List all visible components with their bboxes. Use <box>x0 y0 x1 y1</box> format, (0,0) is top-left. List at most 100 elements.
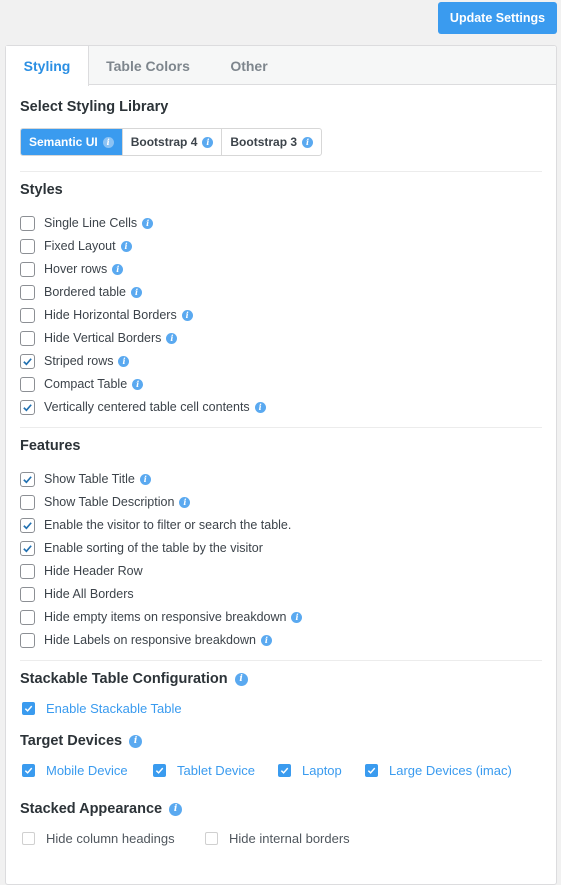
stackable-heading-text: Stackable Table Configuration <box>20 671 228 687</box>
checkmark-icon <box>24 767 33 774</box>
info-icon[interactable]: i <box>118 355 130 367</box>
library-option-label: Bootstrap 4 <box>130 135 198 149</box>
info-icon[interactable]: i <box>139 473 151 485</box>
checkbox[interactable] <box>20 261 35 277</box>
checkbox[interactable] <box>20 632 35 648</box>
checkmark-icon <box>367 767 376 774</box>
checkbox[interactable] <box>20 399 35 415</box>
info-icon[interactable]: i <box>131 286 143 298</box>
checkbox-box <box>278 763 291 777</box>
styles-heading: Styles <box>20 182 63 198</box>
stacked-appearance-heading-text: Stacked Appearance <box>20 801 163 817</box>
update-settings-button[interactable]: Update Settings <box>438 2 557 34</box>
appearance-checkbox-hide-column-headings[interactable]: Hide column headings <box>22 828 175 848</box>
features-option-show-table-title[interactable]: Show Table Title i <box>20 469 151 489</box>
features-option-hide-labels-on-responsive-breakdown[interactable]: Hide Labels on responsive breakdown i <box>20 630 272 650</box>
device-checkbox-large[interactable]: Large Devices (imac) <box>365 760 512 780</box>
enable-stackable-checkbox[interactable]: Enable Stackable Table <box>22 698 182 718</box>
info-icon[interactable]: i <box>260 634 272 646</box>
appearance-checkbox-hide-internal-borders[interactable]: Hide internal borders <box>205 828 350 848</box>
appearance-label: Hide column headings <box>46 830 175 846</box>
checkbox-label: Show Table Title <box>44 472 135 486</box>
device-label: Laptop <box>302 762 342 778</box>
info-icon[interactable]: i <box>112 263 124 275</box>
styles-option-compact-table[interactable]: Compact Table i <box>20 374 144 394</box>
checkbox-label: Bordered table <box>44 285 127 299</box>
divider <box>20 660 542 661</box>
checkbox-label: Enable the visitor to filter or search t… <box>44 518 292 532</box>
info-icon[interactable]: i <box>291 611 303 623</box>
checkbox[interactable] <box>20 284 35 300</box>
checkbox-label: Hide Header Row <box>44 564 143 578</box>
info-icon[interactable]: i <box>202 136 214 148</box>
info-icon[interactable]: i <box>142 217 154 229</box>
checkbox-label: Fixed Layout <box>44 239 116 253</box>
checkbox[interactable] <box>20 471 35 487</box>
styles-option-bordered-table[interactable]: Bordered table i <box>20 282 143 302</box>
features-option-hide-header-row[interactable]: Hide Header Row <box>20 561 143 581</box>
info-icon[interactable]: i <box>179 496 191 508</box>
checkbox[interactable] <box>20 238 35 254</box>
checkbox-box <box>22 763 35 777</box>
features-option-enable-the-visitor-to-filter-or-search-the-table[interactable]: Enable the visitor to filter or search t… <box>20 515 291 535</box>
device-checkbox-mobile[interactable]: Mobile Device <box>22 760 128 780</box>
checkbox-label: Single Line Cells <box>44 216 138 230</box>
checkbox-label: Hide All Borders <box>44 587 134 601</box>
styles-option-hide-horizontal-borders[interactable]: Hide Horizontal Borders i <box>20 305 193 325</box>
info-icon[interactable]: i <box>129 734 143 748</box>
styles-option-single-line-cells[interactable]: Single Line Cells i <box>20 213 154 233</box>
info-icon[interactable]: i <box>120 240 132 252</box>
checkmark-icon <box>24 705 33 712</box>
info-icon[interactable]: i <box>132 378 144 390</box>
features-option-hide-all-borders[interactable]: Hide All Borders <box>20 584 134 604</box>
info-icon[interactable]: i <box>302 136 314 148</box>
checkbox[interactable] <box>20 517 35 533</box>
divider <box>20 171 542 172</box>
features-option-hide-empty-items-on-responsive-breakdown[interactable]: Hide empty items on responsive breakdown… <box>20 607 303 627</box>
tab-other[interactable]: Other <box>207 46 291 85</box>
checkbox[interactable] <box>20 353 35 369</box>
styles-option-hide-vertical-borders[interactable]: Hide Vertical Borders i <box>20 328 178 348</box>
checkbox-box <box>205 831 218 845</box>
library-option-semantic-ui[interactable]: Semantic UI i <box>21 129 123 155</box>
checkbox[interactable] <box>20 494 35 510</box>
info-icon[interactable]: i <box>166 332 178 344</box>
checkbox[interactable] <box>20 307 35 323</box>
checkbox[interactable] <box>20 215 35 231</box>
info-icon[interactable]: i <box>234 672 248 686</box>
info-icon[interactable]: i <box>254 401 266 413</box>
device-checkbox-tablet[interactable]: Tablet Device <box>153 760 255 780</box>
info-icon[interactable]: i <box>181 309 193 321</box>
checkbox[interactable] <box>20 330 35 346</box>
checkbox-box <box>22 831 35 845</box>
features-option-show-table-description[interactable]: Show Table Description i <box>20 492 191 512</box>
checkbox[interactable] <box>20 563 35 579</box>
features-option-enable-sorting-of-the-table-by-the-visitor[interactable]: Enable sorting of the table by the visit… <box>20 538 263 558</box>
info-icon[interactable]: i <box>102 136 114 148</box>
checkbox[interactable] <box>20 540 35 556</box>
enable-stackable-label: Enable Stackable Table <box>46 700 182 716</box>
target-devices-heading-text: Target Devices <box>20 733 123 749</box>
styles-option-vertically-centered-table-cell-contents[interactable]: Vertically centered table cell contents i <box>20 397 266 417</box>
checkbox[interactable] <box>20 586 35 602</box>
checkbox-label: Compact Table <box>44 377 128 391</box>
checkmark-icon <box>280 767 289 774</box>
library-option-bootstrap-3[interactable]: Bootstrap 3 i <box>222 129 321 155</box>
checkbox-box <box>365 763 378 777</box>
checkbox[interactable] <box>20 609 35 625</box>
checkbox[interactable] <box>20 376 35 392</box>
checkbox-label: Show Table Description <box>44 495 175 509</box>
checkbox-label: Hide Labels on responsive breakdown <box>44 633 256 647</box>
checkbox-label: Hover rows <box>44 262 108 276</box>
info-icon[interactable]: i <box>169 802 183 816</box>
styles-option-fixed-layout[interactable]: Fixed Layout i <box>20 236 132 256</box>
library-option-bootstrap-4[interactable]: Bootstrap 4 i <box>123 129 223 155</box>
tab-table-colors[interactable]: Table Colors <box>89 46 207 85</box>
checkbox-label: Vertically centered table cell contents <box>44 400 250 414</box>
styles-option-hover-rows[interactable]: Hover rows i <box>20 259 124 279</box>
tab-styling[interactable]: Styling <box>6 46 89 86</box>
device-checkbox-laptop[interactable]: Laptop <box>278 760 342 780</box>
styles-option-striped-rows[interactable]: Striped rows i <box>20 351 130 371</box>
divider <box>20 427 542 428</box>
checkmark-icon <box>23 544 32 552</box>
